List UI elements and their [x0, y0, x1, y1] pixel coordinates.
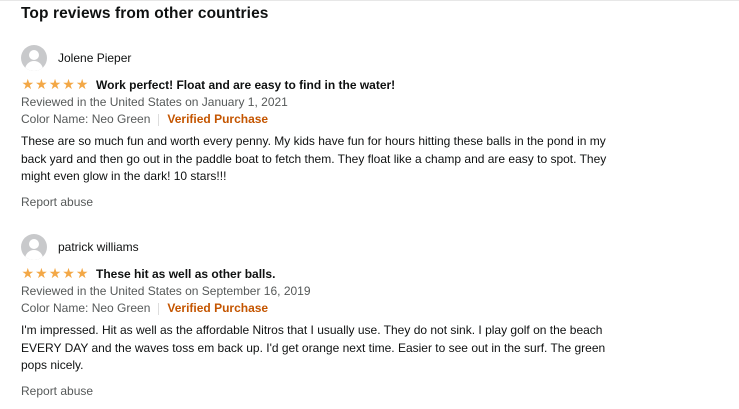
star-icon: ★ [62, 76, 75, 92]
reviewer-profile[interactable]: patrick williams [21, 233, 621, 261]
verified-purchase-badge: Verified Purchase [167, 301, 269, 315]
star-icon: ★ [21, 76, 35, 92]
star-icon: ★ [35, 76, 48, 92]
star-icon: ★ [48, 76, 62, 92]
star-rating[interactable]: ★ ★ ★ ★ ★ [21, 265, 89, 281]
star-icon: ★ [35, 265, 48, 281]
star-icon: ★ [75, 265, 89, 281]
review-date: Reviewed in the United States on January… [21, 95, 288, 109]
star-icon: ★ [75, 76, 89, 92]
review-title: These hit as well as other balls. [96, 267, 276, 281]
variant-divider [158, 302, 160, 315]
review-card: patrick williams ★ ★ ★ ★ ★ These hit as … [21, 233, 621, 398]
report-abuse-link[interactable]: Report abuse [21, 195, 621, 209]
verified-purchase-badge: Verified Purchase [167, 112, 269, 126]
star-icon: ★ [62, 265, 75, 281]
star-icon: ★ [48, 265, 62, 281]
section-title: Top reviews from other countries [21, 5, 269, 22]
star-icon: ★ [21, 265, 35, 281]
reviewer-profile[interactable]: Jolene Pieper [21, 44, 621, 72]
review-date: Reviewed in the United States on Septemb… [21, 284, 311, 298]
variant-label[interactable]: Color Name: Neo Green [21, 111, 150, 128]
default-avatar-icon [21, 45, 47, 71]
report-abuse-link[interactable]: Report abuse [21, 384, 621, 398]
review-card: Jolene Pieper ★ ★ ★ ★ ★ Work perfect! Fl… [21, 44, 621, 209]
review-title: Work perfect! Float and are easy to find… [96, 78, 396, 92]
variant-divider [158, 113, 160, 126]
review-body: These are so much fun and worth every pe… [21, 134, 607, 183]
top-divider [0, 0, 739, 1]
reviewer-name: patrick williams [58, 240, 139, 254]
review-body: I'm impressed. Hit as well as the afford… [21, 323, 606, 372]
star-rating[interactable]: ★ ★ ★ ★ ★ [21, 76, 89, 92]
variant-label[interactable]: Color Name: Neo Green [21, 300, 150, 317]
reviewer-name: Jolene Pieper [58, 51, 132, 65]
default-avatar-icon [21, 234, 47, 260]
